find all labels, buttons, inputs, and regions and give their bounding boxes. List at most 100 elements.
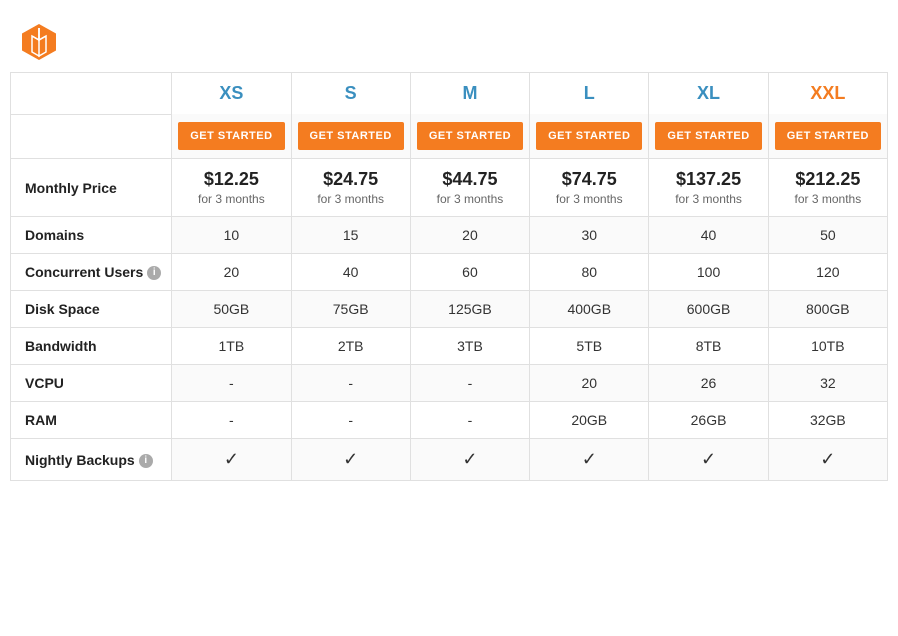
empty-btn-cell <box>11 114 172 159</box>
get-started-button-xs[interactable]: GET STARTED <box>178 122 284 150</box>
plan-header-s: S <box>291 73 410 115</box>
row-value: - <box>291 365 410 402</box>
row-label: Monthly Price <box>11 159 172 217</box>
row-value: - <box>291 402 410 439</box>
plan-header-xxl: XXL <box>768 73 887 115</box>
row-value: 125GB <box>410 291 529 328</box>
btn-cell-m: GET STARTED <box>410 114 529 159</box>
price-main: $12.25 <box>204 169 259 189</box>
row-value: 5TB <box>530 328 649 365</box>
row-value: $12.25 for 3 months <box>172 159 291 217</box>
row-value: ✓ <box>172 439 291 481</box>
row-value: 80 <box>530 254 649 291</box>
pricing-table: XS S M L XL XXL GET STARTED GET STARTED … <box>10 72 888 481</box>
empty-header <box>11 73 172 115</box>
row-value: 600GB <box>649 291 768 328</box>
price-sub: for 3 months <box>178 192 284 206</box>
row-label: RAM <box>11 402 172 439</box>
row-value: 40 <box>649 217 768 254</box>
row-value: 50GB <box>172 291 291 328</box>
price-main: $137.25 <box>676 169 741 189</box>
row-value: 30 <box>530 217 649 254</box>
magento-logo-icon <box>18 20 60 62</box>
page-wrapper: XS S M L XL XXL GET STARTED GET STARTED … <box>0 0 898 491</box>
row-value: 26 <box>649 365 768 402</box>
get-started-button-xxl[interactable]: GET STARTED <box>775 122 881 150</box>
table-row: RAM---20GB26GB32GB <box>11 402 888 439</box>
row-value: 8TB <box>649 328 768 365</box>
price-sub: for 3 months <box>417 192 523 206</box>
row-value: - <box>172 365 291 402</box>
row-value: 40 <box>291 254 410 291</box>
info-icon: i <box>147 266 161 280</box>
row-value: ✓ <box>410 439 529 481</box>
get-started-button-l[interactable]: GET STARTED <box>536 122 642 150</box>
row-value: - <box>172 402 291 439</box>
row-value: 3TB <box>410 328 529 365</box>
row-label: VCPU <box>11 365 172 402</box>
price-sub: for 3 months <box>536 192 642 206</box>
btn-cell-l: GET STARTED <box>530 114 649 159</box>
checkmark-icon: ✓ <box>224 449 239 469</box>
checkmark-icon: ✓ <box>582 449 597 469</box>
row-value: 75GB <box>291 291 410 328</box>
plan-name-row: XS S M L XL XXL <box>11 73 888 115</box>
row-value: - <box>410 365 529 402</box>
row-value: 120 <box>768 254 887 291</box>
checkmark-icon: ✓ <box>820 449 835 469</box>
btn-cell-xxl: GET STARTED <box>768 114 887 159</box>
get-started-button-xl[interactable]: GET STARTED <box>655 122 761 150</box>
row-label: Concurrent Usersi <box>11 254 172 291</box>
table-row: Concurrent Usersi20406080100120 <box>11 254 888 291</box>
plan-header-l: L <box>530 73 649 115</box>
checkmark-icon: ✓ <box>343 449 358 469</box>
row-value: 800GB <box>768 291 887 328</box>
price-sub: for 3 months <box>298 192 404 206</box>
row-value: 2TB <box>291 328 410 365</box>
table-row: Nightly Backupsi ✓ ✓ ✓ ✓ ✓ ✓ <box>11 439 888 481</box>
row-value: ✓ <box>649 439 768 481</box>
btn-cell-xs: GET STARTED <box>172 114 291 159</box>
plan-header-m: M <box>410 73 529 115</box>
get-started-row: GET STARTED GET STARTED GET STARTED GET … <box>11 114 888 159</box>
price-main: $24.75 <box>323 169 378 189</box>
row-value: $137.25 for 3 months <box>649 159 768 217</box>
table-row: Disk Space50GB75GB125GB400GB600GB800GB <box>11 291 888 328</box>
row-value: $212.25for 3 months <box>768 159 887 217</box>
table-row: VCPU---202632 <box>11 365 888 402</box>
logo-area <box>10 10 888 72</box>
row-value: - <box>410 402 529 439</box>
row-value: 60 <box>410 254 529 291</box>
table-row: Bandwidth1TB2TB3TB5TB8TB10TB <box>11 328 888 365</box>
row-label: Bandwidth <box>11 328 172 365</box>
row-value: 1TB <box>172 328 291 365</box>
price-main: $44.75 <box>442 169 497 189</box>
row-value: 400GB <box>530 291 649 328</box>
price-sub: for 3 months <box>775 192 881 206</box>
get-started-button-s[interactable]: GET STARTED <box>298 122 404 150</box>
row-value: 20 <box>172 254 291 291</box>
get-started-button-m[interactable]: GET STARTED <box>417 122 523 150</box>
row-label: Domains <box>11 217 172 254</box>
table-row: Monthly Price $12.25 for 3 months $24.75 for… <box>11 159 888 217</box>
price-main: $74.75 <box>562 169 617 189</box>
row-value: 10 <box>172 217 291 254</box>
row-value: $74.75 for 3 months <box>530 159 649 217</box>
btn-cell-xl: GET STARTED <box>649 114 768 159</box>
price-sub: for 3 months <box>655 192 761 206</box>
row-value: 15 <box>291 217 410 254</box>
btn-cell-s: GET STARTED <box>291 114 410 159</box>
row-value: $24.75 for 3 months <box>291 159 410 217</box>
row-value: 50 <box>768 217 887 254</box>
row-value: ✓ <box>768 439 887 481</box>
checkmark-icon: ✓ <box>462 449 477 469</box>
checkmark-icon: ✓ <box>701 449 716 469</box>
info-icon: i <box>139 454 153 468</box>
table-row: Domains101520304050 <box>11 217 888 254</box>
row-value: 20 <box>410 217 529 254</box>
row-value: $44.75 for 3 months <box>410 159 529 217</box>
row-value: 100 <box>649 254 768 291</box>
row-value: 20GB <box>530 402 649 439</box>
row-label: Nightly Backupsi <box>11 439 172 481</box>
row-value: ✓ <box>530 439 649 481</box>
